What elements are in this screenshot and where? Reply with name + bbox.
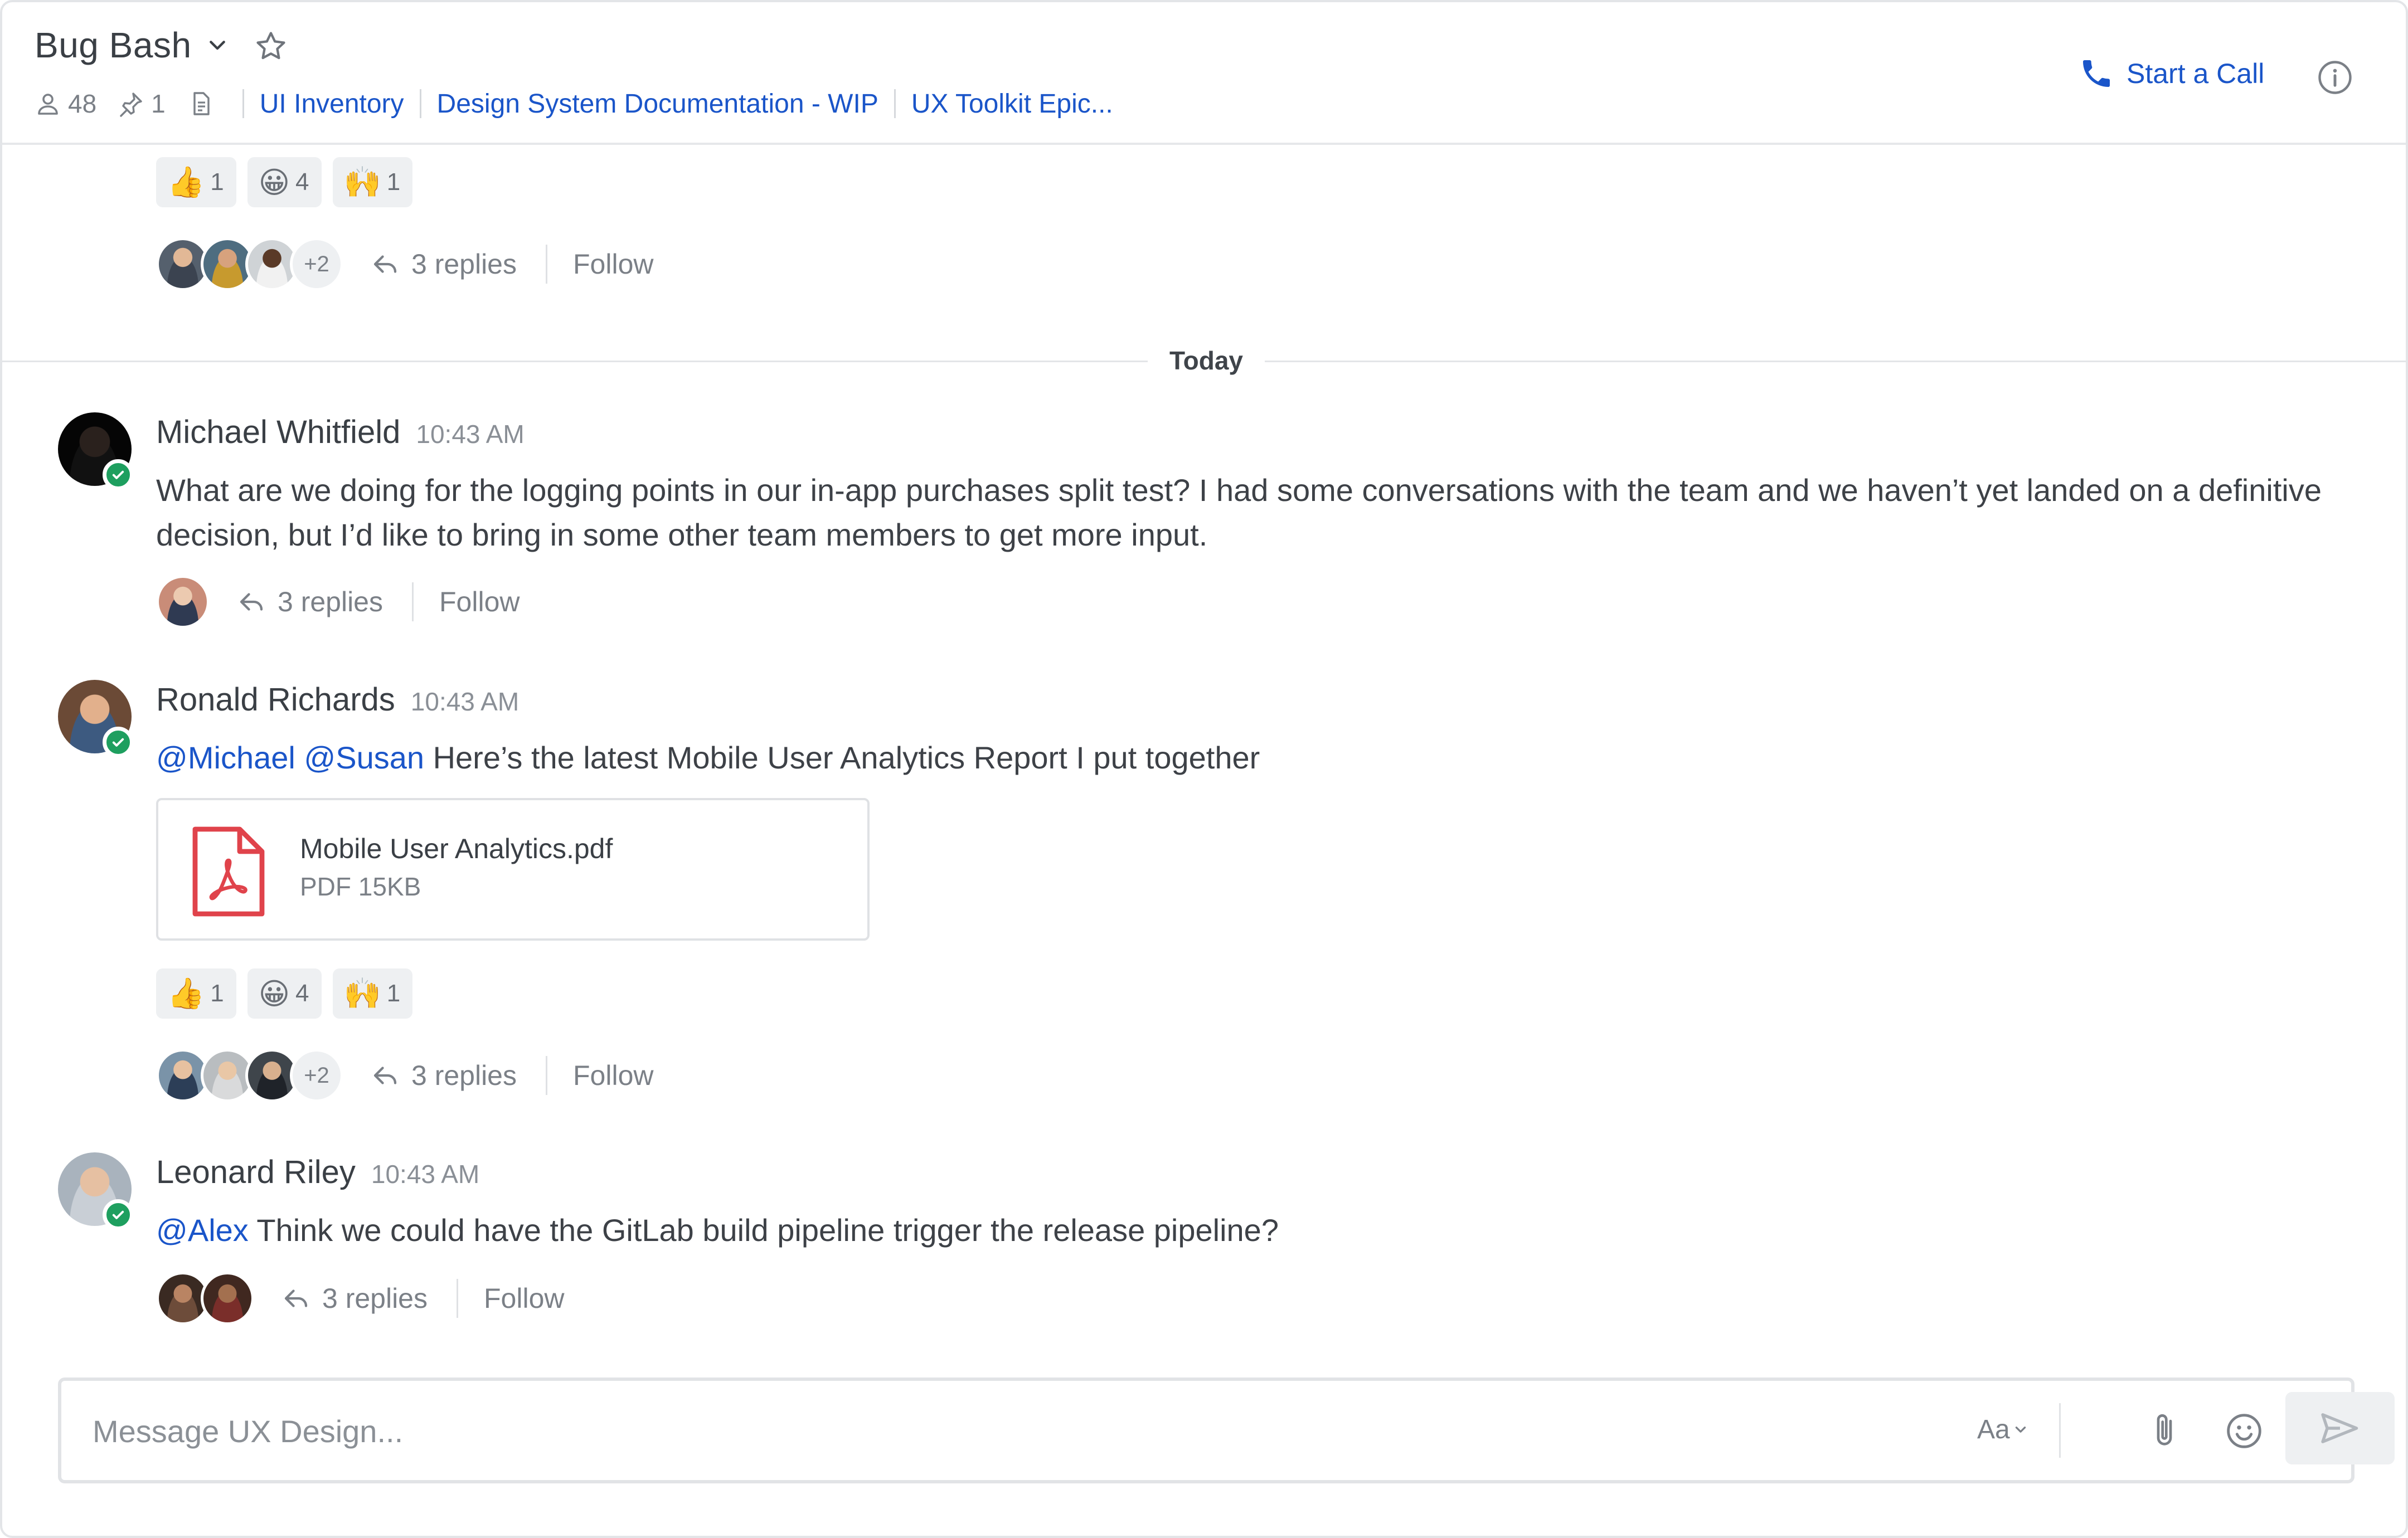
reply-icon (284, 1289, 308, 1307)
reaction-raised-hands[interactable]: 🙌 1 (332, 157, 413, 207)
author-name[interactable]: Michael Whitfield (156, 413, 400, 451)
message-time: 10:43 AM (410, 687, 520, 716)
message-header: Michael Whitfield 10:43 AM (156, 413, 525, 451)
info-icon[interactable] (2317, 59, 2353, 96)
thread-divider (412, 582, 414, 621)
emoji-icon[interactable] (2225, 1412, 2263, 1450)
message-input[interactable] (93, 1413, 1932, 1449)
thread-participants[interactable] (156, 1272, 254, 1325)
pinned-count[interactable]: 1 (151, 89, 166, 119)
more-participants: +2 (290, 1049, 343, 1102)
meta-divider (242, 89, 244, 118)
document-icon[interactable] (188, 90, 215, 117)
mention-link[interactable]: @Michael (156, 740, 295, 775)
channel-meta: 48 1 UI Inventory Design System Document… (35, 86, 1113, 121)
pin-icon[interactable] (118, 90, 144, 117)
online-status-icon (103, 459, 134, 490)
thread-summary: +2 3 replies Follow (156, 1048, 653, 1103)
composer-divider (2059, 1403, 2061, 1458)
chevron-down-icon (2015, 1426, 2026, 1433)
reaction-grinning[interactable]: 😀 4 (247, 968, 322, 1019)
reaction-thumbs-up[interactable]: 👍 1 (156, 968, 236, 1019)
thread-divider (546, 245, 547, 284)
reactions-bar: 👍 1 😀 4 🙌 1 (156, 157, 413, 207)
replies-link[interactable]: 3 replies (370, 1059, 517, 1092)
follow-button[interactable]: Follow (439, 586, 520, 618)
avatar (156, 575, 210, 629)
replies-count: 3 replies (278, 586, 383, 617)
mention-link[interactable]: @Alex (156, 1213, 249, 1248)
message-text: @Alex Think we could have the GitLab bui… (156, 1208, 2330, 1253)
thread-participants[interactable] (156, 575, 210, 629)
thread-summary: 3 replies Follow (156, 1271, 564, 1326)
reply-icon (373, 1067, 397, 1084)
mention-link[interactable]: @Susan (304, 740, 424, 775)
link-ux-toolkit-epic[interactable]: UX Toolkit Epic... (911, 89, 1113, 119)
thread-participants[interactable]: +2 (156, 1049, 343, 1102)
replies-count: 3 replies (322, 1283, 428, 1314)
replies-link[interactable]: 3 replies (236, 586, 383, 618)
chat-window: Bug Bash 48 1 UI Inventory Design System… (0, 0, 2408, 1538)
follow-button[interactable]: Follow (573, 1059, 653, 1092)
message-time: 10:43 AM (371, 1160, 480, 1189)
link-design-system-docs[interactable]: Design System Documentation - WIP (437, 89, 878, 119)
start-call-label: Start a Call (2127, 58, 2265, 89)
reply-icon (240, 593, 263, 611)
paperclip-icon[interactable] (2146, 1411, 2183, 1451)
send-button[interactable] (2285, 1392, 2395, 1464)
start-call-button[interactable]: Start a Call (2079, 56, 2264, 91)
reaction-grinning[interactable]: 😀 4 (247, 157, 322, 207)
day-divider-label: Today (1169, 346, 1244, 375)
message-text: @Michael @Susan Here’s the latest Mobile… (156, 736, 2330, 780)
message-body: Here’s the latest Mobile User Analytics … (433, 740, 1260, 775)
link-ui-inventory[interactable]: UI Inventory (260, 89, 404, 119)
thread-divider (546, 1056, 547, 1095)
message-composer: Aa (58, 1378, 2395, 1483)
follow-button[interactable]: Follow (484, 1282, 564, 1315)
message-header: Leonard Riley 10:43 AM (156, 1154, 479, 1191)
avatar (201, 1272, 254, 1325)
text-format-button[interactable]: Aa (1977, 1414, 2028, 1445)
replies-link[interactable]: 3 replies (281, 1282, 428, 1315)
reply-icon (373, 255, 397, 273)
member-count[interactable]: 48 (68, 89, 96, 119)
members-icon[interactable] (35, 90, 61, 117)
reaction-thumbs-up[interactable]: 👍 1 (156, 157, 236, 207)
author-name[interactable]: Leonard Riley (156, 1154, 356, 1191)
file-name: Mobile User Analytics.pdf (300, 833, 613, 864)
reactions-bar: 👍 1 😀 4 🙌 1 (156, 968, 413, 1019)
message-time: 10:43 AM (416, 420, 525, 449)
message-text: What are we doing for the logging points… (156, 473, 2322, 552)
phone-icon (2083, 60, 2110, 87)
message-header: Ronald Richards 10:43 AM (156, 681, 519, 718)
link-divider (419, 89, 421, 118)
author-name[interactable]: Ronald Richards (156, 681, 395, 718)
file-attachment[interactable]: Mobile User Analytics.pdf PDF 15KB (156, 798, 870, 941)
divider-line (2, 361, 1148, 362)
file-meta: PDF 15KB (300, 872, 421, 901)
follow-button[interactable]: Follow (573, 248, 653, 280)
pdf-file-icon (192, 826, 265, 917)
thread-summary: +2 3 replies Follow (156, 236, 653, 292)
chevron-down-icon[interactable] (206, 35, 229, 57)
link-divider (894, 89, 896, 118)
send-icon (2321, 1413, 2358, 1443)
replies-count: 3 replies (411, 1060, 517, 1091)
star-icon[interactable] (253, 29, 289, 65)
more-participants: +2 (290, 237, 343, 291)
divider-line (1265, 361, 2406, 362)
thread-divider (457, 1279, 458, 1318)
format-label: Aa (1977, 1415, 2010, 1444)
replies-count: 3 replies (411, 249, 517, 280)
channel-title[interactable]: Bug Bash (35, 25, 192, 66)
thread-summary: 3 replies Follow (156, 574, 520, 630)
message-body: Think we could have the GitLab build pip… (256, 1213, 1279, 1248)
thread-participants[interactable]: +2 (156, 237, 343, 291)
replies-link[interactable]: 3 replies (370, 248, 517, 280)
online-status-icon (103, 1199, 134, 1230)
channel-header: Bug Bash 48 1 UI Inventory Design System… (2, 2, 2406, 145)
reaction-raised-hands[interactable]: 🙌 1 (332, 968, 413, 1019)
online-status-icon (103, 727, 134, 758)
